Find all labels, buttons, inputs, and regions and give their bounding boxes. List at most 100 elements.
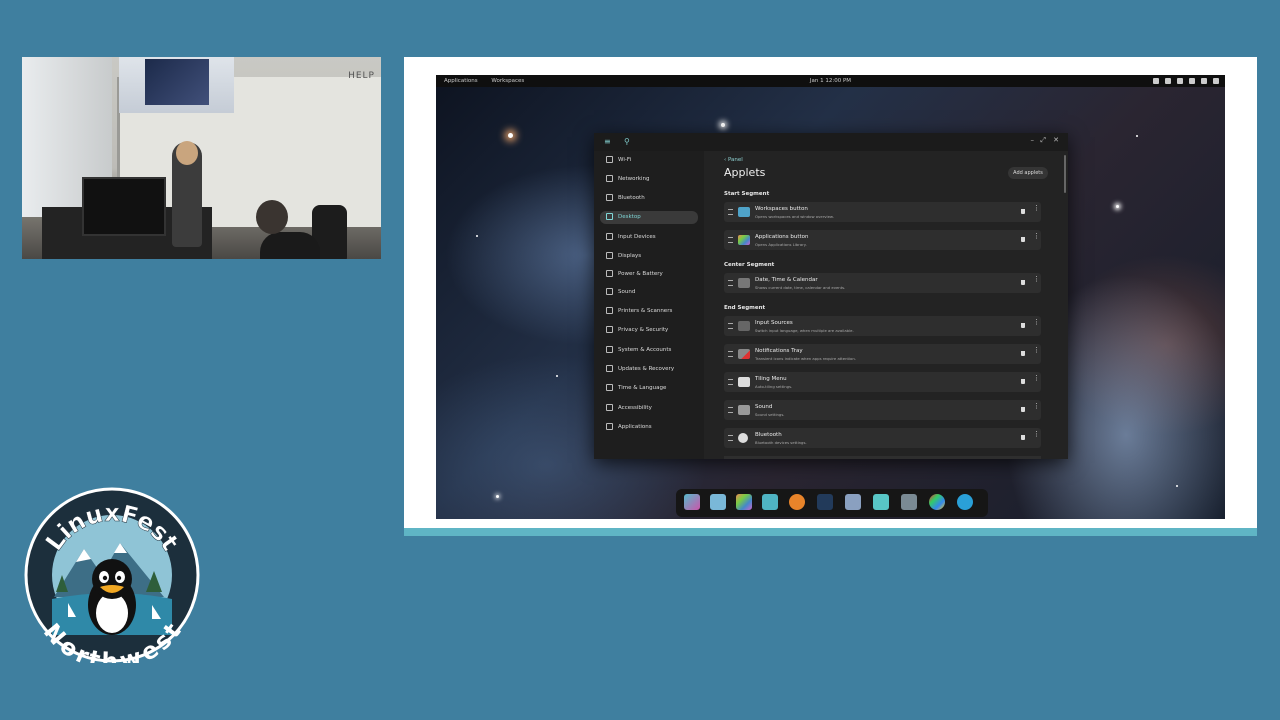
search-icon[interactable]: ⚲ (624, 137, 630, 146)
clock[interactable]: Jan 1 12:00 PM (436, 75, 1225, 87)
drag-handle-icon[interactable] (728, 351, 733, 357)
end-segment-heading: End Segment (724, 305, 766, 311)
input-tray-icon[interactable] (1153, 78, 1159, 84)
workspaces-dock-icon[interactable] (710, 494, 726, 510)
star (721, 123, 725, 127)
sidebar-item-desktop[interactable]: Desktop (600, 211, 698, 224)
bluetooth-icon (738, 433, 748, 443)
drag-handle-icon[interactable] (728, 237, 733, 243)
close-icon[interactable]: ✕ (1053, 136, 1059, 144)
applet-description: Transient icons indicate when apps requi… (755, 356, 856, 361)
sound-icon (606, 288, 613, 295)
shield-icon (606, 326, 613, 333)
applet-description: Switch input language, when multiple are… (755, 328, 854, 333)
delete-icon[interactable] (1021, 280, 1025, 285)
network-tray-icon[interactable] (1189, 78, 1195, 84)
sound-tray-icon[interactable] (1165, 78, 1171, 84)
breadcrumb[interactable]: ‹ Panel (724, 157, 743, 163)
sidebar-item-power-battery[interactable]: Power & Battery (600, 268, 698, 281)
more-options-icon[interactable]: ⋮ (1033, 431, 1040, 443)
clock-icon (606, 384, 613, 391)
terminal-icon[interactable] (817, 494, 833, 510)
files-icon[interactable] (762, 494, 778, 510)
delete-icon[interactable] (1021, 323, 1025, 328)
sidebar-item-input-devices[interactable]: Input Devices (600, 231, 698, 244)
applet-title: Workspaces button (755, 206, 808, 212)
drag-handle-icon[interactable] (728, 280, 733, 286)
more-options-icon[interactable]: ⋮ (1033, 403, 1040, 415)
sidebar-item-updates-recovery[interactable]: Updates & Recovery (600, 363, 698, 376)
hamburger-menu-icon[interactable]: ≡ (604, 137, 611, 146)
maximize-icon[interactable]: ⤢ (1040, 136, 1046, 145)
more-options-icon[interactable]: ⋮ (1033, 375, 1040, 387)
sidebar-item-applications[interactable]: Applications (600, 421, 698, 434)
applet-title: Tiling Menu (755, 376, 787, 382)
applet-row[interactable]: Tiling Menu Auto-tiling settings. ⋮ (724, 372, 1041, 392)
drag-handle-icon[interactable] (728, 407, 733, 413)
more-options-icon[interactable]: ⋮ (1033, 233, 1040, 245)
editor-icon[interactable] (901, 494, 917, 510)
more-options-icon[interactable]: ⋮ (1033, 347, 1040, 359)
bluetooth-icon (606, 194, 613, 201)
sidebar-item-label: System & Accounts (618, 347, 672, 353)
sidebar-item-displays[interactable]: Displays (600, 250, 698, 263)
accessibility-icon (606, 404, 613, 411)
sidebar-item-sound[interactable]: Sound (600, 286, 698, 299)
drag-handle-icon[interactable] (728, 435, 733, 441)
add-applets-button[interactable]: Add applets (1008, 167, 1048, 179)
sidebar-item-label: Displays (618, 253, 642, 259)
battery-tray-icon[interactable] (1201, 78, 1207, 84)
delete-icon[interactable] (1021, 351, 1025, 356)
blender-icon[interactable] (789, 494, 805, 510)
applet-row[interactable]: Bluetooth Bluetooth devices settings. ⋮ (724, 428, 1041, 448)
applet-row[interactable]: Notifications Tray Transient icons indic… (724, 344, 1041, 364)
battery-icon (606, 270, 613, 277)
launcher-icon[interactable] (684, 494, 700, 510)
applet-title: Sound (755, 404, 773, 410)
scrollbar[interactable] (1064, 155, 1066, 193)
power-tray-icon[interactable] (1213, 78, 1219, 84)
drag-handle-icon[interactable] (728, 323, 733, 329)
app-library-icon[interactable] (736, 494, 752, 510)
sidebar-item-label: Networking (618, 176, 650, 182)
power-app-icon[interactable] (957, 494, 973, 510)
sidebar-item-bluetooth[interactable]: Bluetooth (600, 192, 698, 205)
applet-row[interactable]: Workspaces button Opens workspaces and w… (724, 202, 1041, 222)
wifi-icon (606, 156, 613, 163)
center-segment-heading: Center Segment (724, 262, 775, 268)
applet-row[interactable]: Sound Sound settings. ⋮ (724, 400, 1041, 420)
delete-icon[interactable] (1021, 379, 1025, 384)
star (476, 235, 478, 237)
delete-icon[interactable] (1021, 237, 1025, 242)
applet-row[interactable]: Applications button Opens Applications L… (724, 230, 1041, 250)
sidebar-item-printers-scanners[interactable]: Printers & Scanners (600, 305, 698, 318)
sidebar-item-label: Sound (618, 289, 636, 295)
slack-icon[interactable] (929, 494, 945, 510)
bluetooth-tray-icon[interactable] (1177, 78, 1183, 84)
sidebar-item-wifi[interactable]: Wi-Fi (600, 154, 698, 167)
start-segment-heading: Start Segment (724, 191, 770, 197)
sidebar-item-privacy-security[interactable]: Privacy & Security (600, 324, 698, 337)
sidebar-item-networking[interactable]: Networking (600, 173, 698, 186)
next-row-edge (724, 456, 1041, 459)
applet-title: Notifications Tray (755, 348, 803, 354)
drag-handle-icon[interactable] (728, 209, 733, 215)
sidebar-item-accessibility[interactable]: Accessibility (600, 402, 698, 415)
delete-icon[interactable] (1021, 209, 1025, 214)
applet-row[interactable]: Date, Time & Calendar Shows current date… (724, 273, 1041, 293)
more-options-icon[interactable]: ⋮ (1033, 276, 1040, 288)
delete-icon[interactable] (1021, 407, 1025, 412)
apps-icon (606, 423, 613, 430)
more-options-icon[interactable]: ⋮ (1033, 205, 1040, 217)
settings-app-icon[interactable] (873, 494, 889, 510)
more-options-icon[interactable]: ⋮ (1033, 319, 1040, 331)
applet-row[interactable]: Input Sources Switch input language, whe… (724, 316, 1041, 336)
minimize-icon[interactable]: – (1031, 136, 1035, 144)
delete-icon[interactable] (1021, 435, 1025, 440)
sidebar-item-time-language[interactable]: Time & Language (600, 382, 698, 395)
drag-handle-icon[interactable] (728, 379, 733, 385)
speaker-icon (738, 405, 750, 415)
settings-window: ≡ ⚲ – ⤢ ✕ Wi-Fi Networking Bluetooth Des… (594, 133, 1068, 459)
sidebar-item-system-accounts[interactable]: System & Accounts (600, 344, 698, 357)
store-icon[interactable] (845, 494, 861, 510)
